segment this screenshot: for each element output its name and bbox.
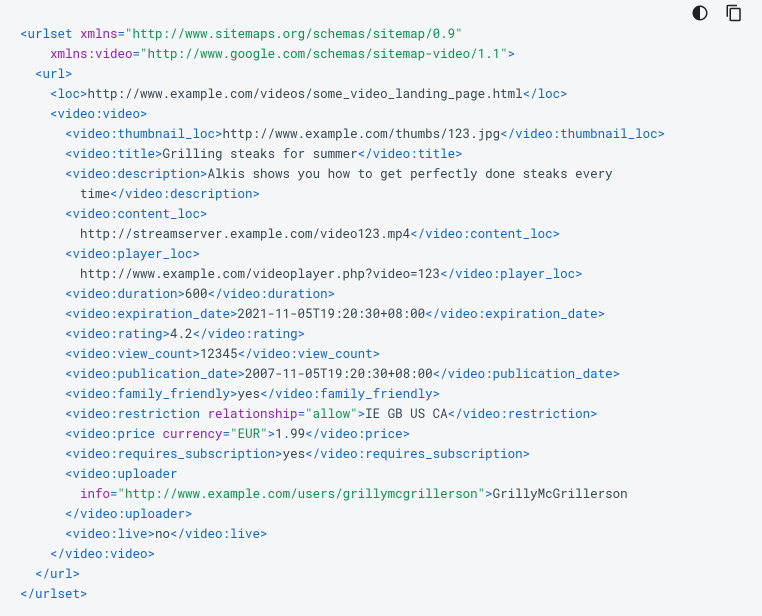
tag: </video:expiration_date> (425, 306, 605, 322)
tag: </loc> (523, 86, 568, 102)
attr: xmlns (73, 26, 118, 42)
tag: </video:view_count> (238, 346, 381, 362)
tag: </urlset> (20, 586, 88, 602)
text: yes (283, 446, 306, 462)
tag: <video:player_loc> (65, 246, 200, 262)
tag: </video:description> (110, 186, 260, 202)
text: 4.2 (170, 326, 193, 342)
code-block: <urlset xmlns="http://www.sitemaps.org/s… (20, 24, 746, 604)
tag: </video:publication_date> (433, 366, 621, 382)
tag: </video:uploader> (65, 506, 193, 522)
text: no (155, 526, 170, 542)
tag: <video:content_loc> (65, 206, 208, 222)
text: 600 (185, 286, 208, 302)
tag: </video:title> (358, 146, 463, 162)
eq: = (118, 26, 126, 42)
eq: = (133, 46, 141, 62)
tag: </video:price> (305, 426, 410, 442)
tag: </video:live> (170, 526, 268, 542)
tag: <url> (35, 66, 73, 82)
attr: xmlns:video (43, 46, 133, 62)
text: http://streamserver.example.com/video123… (80, 226, 410, 242)
tag: </url> (35, 566, 80, 582)
text: Alkis shows you how to get perfectly don… (208, 166, 613, 182)
tag: </video:player_loc> (440, 266, 583, 282)
tag: <video:view_count> (65, 346, 200, 362)
text: 12345 (200, 346, 238, 362)
tag: <video:title> (65, 146, 163, 162)
tag: <video:publication_date> (65, 366, 245, 382)
tag: </video:thumbnail_loc> (500, 126, 665, 142)
text: 2021-11-05T19:20:30+08:00 (238, 306, 426, 322)
text: http://www.example.com/videoplayer.php?v… (80, 266, 440, 282)
tag: > (268, 426, 276, 442)
copy-button[interactable] (724, 6, 744, 26)
tag: </video:restriction> (448, 406, 598, 422)
tag: <video:family_friendly> (65, 386, 238, 402)
str: "http://www.sitemaps.org/schemas/sitemap… (125, 26, 463, 42)
text: time (80, 186, 110, 202)
tag: <video:requires_subscription> (65, 446, 283, 462)
text: yes (238, 386, 261, 402)
dark-mode-icon (691, 4, 709, 28)
code-toolbar (690, 6, 744, 26)
attr: relationship (200, 406, 298, 422)
dark-mode-button[interactable] (690, 6, 710, 26)
tag: </video:content_loc> (410, 226, 560, 242)
eq: = (110, 486, 118, 502)
tag: <video:description> (65, 166, 208, 182)
str: "allow" (305, 406, 358, 422)
tag: </video:family_friendly> (260, 386, 440, 402)
tag: <video:video> (50, 106, 148, 122)
text: Grilling steaks for summer (163, 146, 358, 162)
tag: <urlset (20, 26, 73, 42)
tag: </video:video> (50, 546, 155, 562)
tag: </video:requires_subscription> (305, 446, 530, 462)
eq: = (223, 426, 231, 442)
str: "EUR" (230, 426, 268, 442)
tag: <video:rating> (65, 326, 170, 342)
tag: <video:uploader (65, 466, 178, 482)
text: GrillyMcGrillerson (493, 486, 628, 502)
tag: > (485, 486, 493, 502)
text: http://www.example.com/videos/some_video… (88, 86, 523, 102)
tag: > (508, 46, 516, 62)
tag: <video:live> (65, 526, 155, 542)
attr: info (80, 486, 110, 502)
text: 1.99 (275, 426, 305, 442)
tag: > (358, 406, 366, 422)
str: "http://www.example.com/users/grillymcgr… (118, 486, 486, 502)
tag: <video:price (65, 426, 155, 442)
tag: </video:rating> (193, 326, 306, 342)
tag: <loc> (50, 86, 88, 102)
tag: </video:duration> (208, 286, 336, 302)
text: IE GB US CA (365, 406, 448, 422)
text: 2007-11-05T19:20:30+08:00 (245, 366, 433, 382)
tag: <video:restriction (65, 406, 200, 422)
str: "http://www.google.com/schemas/sitemap-v… (140, 46, 508, 62)
attr: currency (155, 426, 223, 442)
tag: <video:expiration_date> (65, 306, 238, 322)
eq: = (298, 406, 306, 422)
copy-icon (725, 4, 743, 28)
text: http://www.example.com/thumbs/123.jpg (223, 126, 501, 142)
tag: <video:thumbnail_loc> (65, 126, 223, 142)
tag: <video:duration> (65, 286, 185, 302)
